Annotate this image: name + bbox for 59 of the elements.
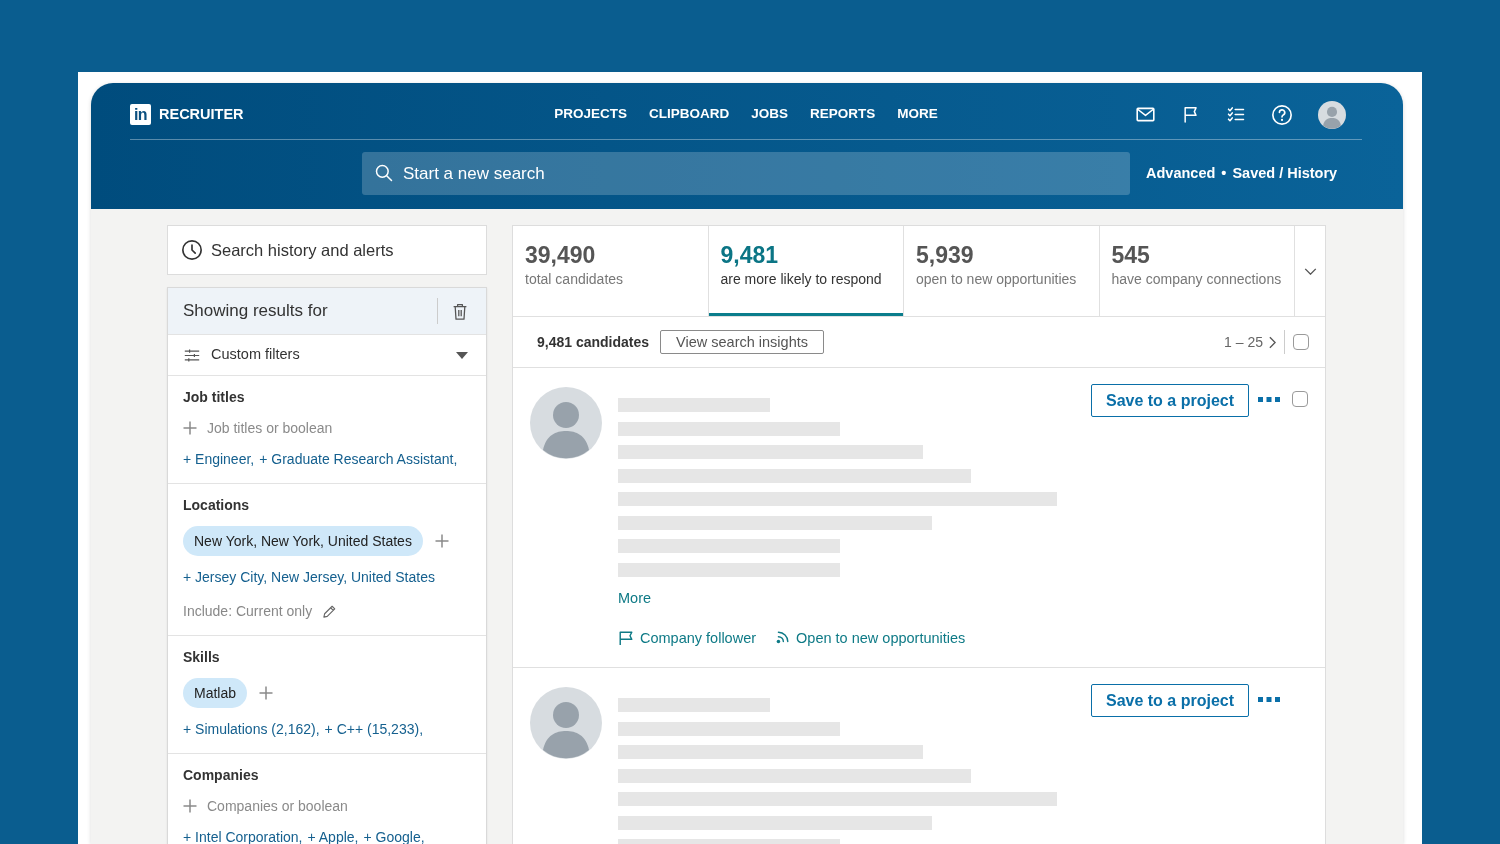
section-title: Companies bbox=[183, 766, 260, 785]
suggestion-link[interactable]: + Engineer, bbox=[183, 449, 255, 469]
ellipsis-icon[interactable] bbox=[1258, 697, 1280, 702]
stat-tab[interactable]: 9,481 are more likely to respond bbox=[708, 226, 904, 316]
ellipsis-icon[interactable] bbox=[1258, 397, 1280, 402]
search-link[interactable]: Saved / History bbox=[1232, 162, 1338, 185]
trash-icon[interactable] bbox=[452, 301, 468, 321]
suggestion-link[interactable]: + C++ (15,233), bbox=[324, 719, 424, 739]
nav-link[interactable]: CLIPBOARD bbox=[649, 104, 730, 125]
more-link[interactable]: More bbox=[618, 588, 652, 608]
avatar-icon bbox=[530, 687, 602, 759]
nav-link[interactable]: PROJECTS bbox=[554, 104, 627, 125]
section-title: Locations bbox=[183, 496, 251, 515]
search-icon bbox=[374, 163, 394, 183]
suggestion-link[interactable]: + Apple, bbox=[307, 827, 359, 844]
nav-link[interactable]: REPORTS bbox=[810, 104, 876, 125]
clock-icon bbox=[181, 239, 203, 261]
product-name: RECRUITER bbox=[159, 104, 244, 124]
section-title: Job titles bbox=[183, 388, 246, 407]
insight-link[interactable]: Open to new opportunities bbox=[774, 628, 966, 648]
add-filter-field[interactable]: Companies or boolean bbox=[207, 796, 397, 816]
nav-link[interactable]: MORE bbox=[897, 104, 938, 125]
insights-button[interactable]: View search insights bbox=[660, 330, 824, 354]
select-all-checkbox[interactable] bbox=[1293, 334, 1309, 350]
avatar-icon[interactable] bbox=[1318, 100, 1346, 129]
section-title: Skills bbox=[183, 648, 221, 667]
save-button[interactable]: Save to a project bbox=[1091, 384, 1249, 417]
avatar-icon bbox=[530, 387, 602, 459]
page-range: 1 – 25 bbox=[1224, 332, 1263, 352]
caret-icon bbox=[456, 351, 468, 359]
sliders-icon bbox=[184, 348, 200, 362]
plus-icon bbox=[183, 799, 197, 813]
suggestion-link[interactable]: + Simulations (2,162), bbox=[183, 719, 320, 739]
plus-icon bbox=[183, 421, 197, 435]
flag-icon bbox=[618, 630, 634, 646]
search-link[interactable]: Advanced bbox=[1146, 162, 1216, 185]
filter-chip[interactable]: Matlab bbox=[183, 678, 248, 708]
link-separator: • bbox=[1221, 163, 1227, 183]
logo-mark[interactable]: in bbox=[130, 104, 151, 125]
suggestion-link[interactable]: + Intel Corporation, bbox=[183, 827, 303, 844]
signal-icon bbox=[774, 630, 791, 646]
save-button[interactable]: Save to a project bbox=[1091, 684, 1249, 717]
help-icon[interactable] bbox=[1271, 103, 1293, 126]
filter-mode-dropdown[interactable]: Custom filters bbox=[168, 335, 486, 376]
add-filter-field[interactable]: Job titles or boolean bbox=[207, 418, 397, 438]
filter-chip[interactable]: New York, New York, United States bbox=[183, 526, 423, 556]
suggestion-link[interactable]: + Jersey City, New Jersey, United States bbox=[183, 567, 435, 587]
history-button[interactable]: Search history and alerts bbox=[167, 225, 487, 275]
result-count: 9,481 candidates bbox=[537, 332, 650, 352]
suggestion-link[interactable]: + Google, bbox=[363, 827, 425, 844]
nav-link[interactable]: JOBS bbox=[751, 104, 788, 125]
include-note: Include: Current only bbox=[183, 602, 313, 621]
pencil-icon[interactable] bbox=[322, 603, 338, 619]
chevron-right-icon[interactable] bbox=[1269, 335, 1276, 349]
panel-title: Showing results for bbox=[183, 300, 329, 323]
suggestion-link[interactable]: + Graduate Research Assistant, bbox=[259, 449, 458, 469]
chevron-down-icon[interactable] bbox=[1303, 267, 1317, 275]
insight-link[interactable]: Company follower bbox=[618, 628, 757, 648]
select-checkbox[interactable] bbox=[1292, 391, 1308, 407]
